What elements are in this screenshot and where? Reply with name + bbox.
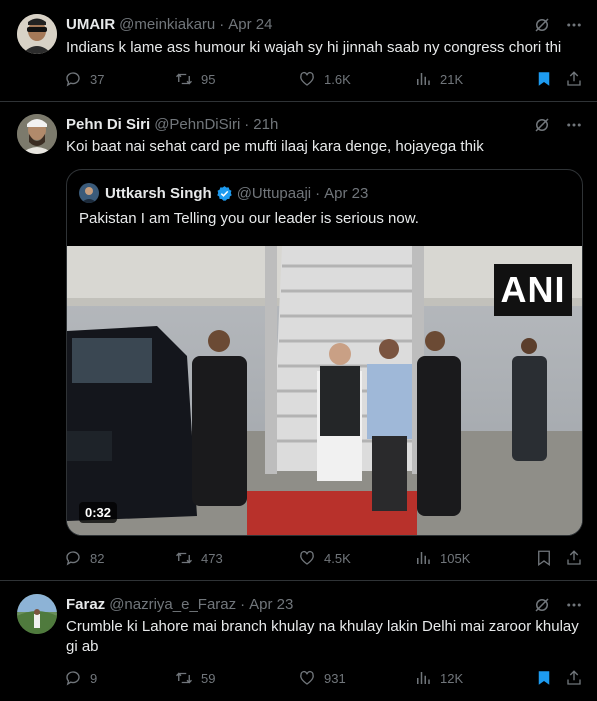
like-icon xyxy=(300,550,314,565)
tweet[interactable]: Pehn Di Siri @PehnDiSiri · 21h Koi baat … xyxy=(0,102,597,581)
bookmark-button[interactable] xyxy=(535,669,553,687)
like-icon xyxy=(300,71,314,86)
reply-button[interactable]: 37 xyxy=(64,70,104,88)
tweet-actions: 9 59 931 12K xyxy=(60,669,590,689)
quoted-username[interactable]: @Uttupaaji xyxy=(237,185,311,202)
more-icon[interactable] xyxy=(565,596,583,614)
views-icon xyxy=(417,73,430,85)
share-button[interactable] xyxy=(565,70,583,88)
tweet-actions: 82 473 4.5K 105K xyxy=(60,549,590,569)
like-button[interactable]: 931 xyxy=(298,669,346,687)
bookmark-button[interactable] xyxy=(535,70,553,88)
ani-watermark: ANI xyxy=(494,264,572,316)
views-button[interactable]: 21K xyxy=(414,70,463,88)
tweet-top-actions xyxy=(533,596,583,614)
share-icon xyxy=(567,550,581,565)
avatar[interactable] xyxy=(17,594,57,634)
reply-count: 37 xyxy=(90,71,105,87)
bookmark-button[interactable] xyxy=(535,549,553,567)
views-button[interactable]: 12K xyxy=(414,669,463,687)
tweet-top-actions xyxy=(533,16,583,34)
username[interactable]: @PehnDiSiri xyxy=(154,116,240,133)
tweet-text: Indians k lame ass humour ki wajah sy hi… xyxy=(66,39,562,56)
tweet-header: UMAIR @meinkiakaru · Apr 24 xyxy=(66,16,272,33)
more-icon[interactable] xyxy=(565,16,583,34)
like-count: 4.5K xyxy=(324,550,351,566)
reply-icon xyxy=(66,671,80,686)
like-count: 931 xyxy=(324,670,346,686)
share-button[interactable] xyxy=(565,669,583,687)
quoted-timestamp[interactable]: Apr 23 xyxy=(324,185,368,202)
username[interactable]: @meinkiakaru xyxy=(119,16,215,33)
reply-icon xyxy=(66,551,80,566)
avatar[interactable] xyxy=(17,114,57,154)
grok-icon[interactable] xyxy=(533,596,551,614)
like-icon xyxy=(300,670,314,685)
views-count: 105K xyxy=(440,550,471,566)
display-name[interactable]: Faraz xyxy=(66,596,105,613)
like-button[interactable]: 4.5K xyxy=(298,549,351,567)
retweet-icon xyxy=(176,672,192,684)
separator: · xyxy=(240,596,246,613)
retweet-button[interactable]: 473 xyxy=(175,549,223,567)
quoted-avatar[interactable] xyxy=(79,183,99,203)
separator: · xyxy=(315,184,321,202)
tweet-text: Crumble ki Lahore mai branch khulay na k… xyxy=(66,618,579,655)
tweet-text: Koi baat nai sehat card pe mufti ilaaj k… xyxy=(66,138,484,155)
separator: · xyxy=(219,16,225,33)
grok-icon[interactable] xyxy=(533,116,551,134)
bookmark-icon xyxy=(538,72,550,86)
avatar[interactable] xyxy=(17,14,57,54)
display-name[interactable]: Pehn Di Siri xyxy=(66,116,150,133)
share-icon xyxy=(567,71,581,86)
tweet[interactable]: Faraz @nazriya_e_Faraz · Apr 23 Crumble … xyxy=(0,581,597,701)
quoted-tweet-header: Uttkarsh Singh @Uttupaaji · Apr 23 xyxy=(79,183,368,203)
quoted-tweet[interactable]: Uttkarsh Singh @Uttupaaji · Apr 23 Pakis… xyxy=(66,169,583,536)
quoted-tweet-text: Pakistan I am Telling you our leader is … xyxy=(79,210,419,227)
retweet-count: 95 xyxy=(201,71,216,87)
bookmark-icon xyxy=(538,550,550,567)
username[interactable]: @nazriya_e_Faraz xyxy=(109,596,236,613)
retweet-icon xyxy=(176,73,192,85)
reply-button[interactable]: 82 xyxy=(64,549,104,567)
tweet-header: Faraz @nazriya_e_Faraz · Apr 23 xyxy=(66,596,293,613)
reply-count: 82 xyxy=(90,550,105,566)
reply-icon xyxy=(66,72,80,87)
like-count: 1.6K xyxy=(324,71,351,87)
retweet-button[interactable]: 59 xyxy=(175,669,215,687)
tweet-top-actions xyxy=(533,116,583,134)
video-player[interactable]: ANI 0:32 xyxy=(67,246,582,535)
reply-count: 9 xyxy=(90,670,98,686)
more-icon[interactable] xyxy=(565,116,583,134)
views-count: 12K xyxy=(440,670,464,686)
share-button[interactable] xyxy=(565,549,583,567)
timestamp[interactable]: Apr 24 xyxy=(228,16,272,33)
views-button[interactable]: 105K xyxy=(414,549,470,567)
reply-button[interactable]: 9 xyxy=(64,669,97,687)
bookmark-icon xyxy=(538,671,550,685)
timestamp[interactable]: 21h xyxy=(253,116,278,133)
separator: · xyxy=(244,116,250,133)
views-icon xyxy=(417,552,430,564)
share-icon xyxy=(567,670,581,685)
verified-icon xyxy=(216,185,233,202)
retweet-count: 473 xyxy=(201,550,223,566)
retweet-icon xyxy=(176,552,192,564)
timestamp[interactable]: Apr 23 xyxy=(249,596,293,613)
tweet[interactable]: UMAIR @meinkiakaru · Apr 24 Indians k la… xyxy=(0,0,597,102)
display-name[interactable]: UMAIR xyxy=(66,16,115,33)
tweet-actions: 37 95 1.6K 21K xyxy=(60,70,590,90)
tweet-header: Pehn Di Siri @PehnDiSiri · 21h xyxy=(66,116,278,133)
retweet-button[interactable]: 95 xyxy=(175,70,215,88)
quoted-display-name[interactable]: Uttkarsh Singh xyxy=(105,185,212,202)
views-count: 21K xyxy=(440,71,464,87)
views-icon xyxy=(417,672,430,684)
like-button[interactable]: 1.6K xyxy=(298,70,351,88)
video-duration-badge: 0:32 xyxy=(79,502,118,523)
grok-icon[interactable] xyxy=(533,16,551,34)
retweet-count: 59 xyxy=(201,670,216,686)
